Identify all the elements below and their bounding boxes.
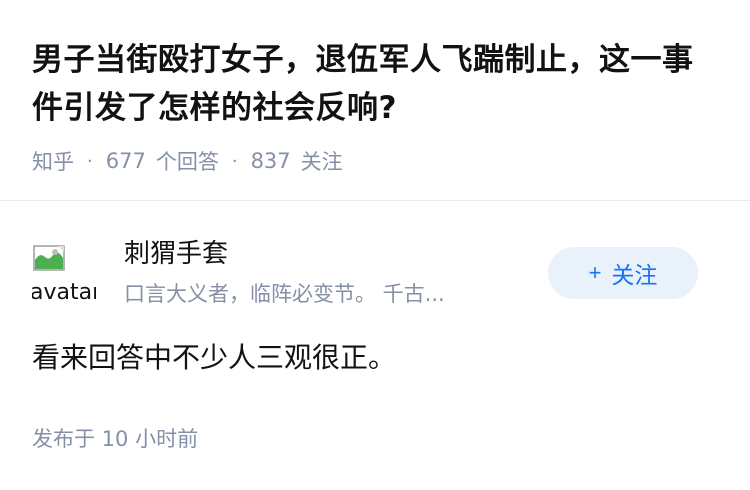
question-title[interactable]: 男子当街殴打女子，退伍军人飞踹制止，这一事件引发了怎样的社会反响? (32, 36, 722, 132)
source-label[interactable]: 知乎 (32, 146, 74, 176)
meta-separator: · (231, 150, 238, 172)
publish-time: 发布于 10 小时前 (32, 427, 199, 451)
answer-count-label: 个回答 (155, 150, 219, 174)
plus-icon: + (588, 260, 602, 285)
question-header: 男子当街殴打女子，退伍军人飞踹制止，这一事件引发了怎样的社会反响? 知乎 · 6… (32, 36, 722, 176)
follow-button-label: 关注 (611, 262, 658, 288)
answer-content[interactable]: 看来回答中不少人三观很正。 (32, 338, 396, 378)
meta-separator: · (87, 150, 93, 172)
avatar-alt-text: avatar (32, 280, 96, 302)
author-bio: 口言大义者，临阵必变节。 千古... (124, 282, 445, 306)
follow-button[interactable]: + 关注 (548, 247, 698, 299)
follower-count: 837 (250, 149, 291, 173)
avatar[interactable]: avatar (32, 238, 96, 302)
question-meta: 知乎 · 677 个回答 · 837 关注 (32, 146, 722, 176)
author-name[interactable]: 刺猬手套 (124, 238, 228, 270)
section-divider (0, 200, 750, 201)
answer-author: avatar 刺猬手套 口言大义者，临阵必变节。 千古... + 关注 (32, 238, 722, 308)
follower-count-label: 关注 (300, 150, 343, 174)
answer-count: 677 (105, 149, 146, 173)
